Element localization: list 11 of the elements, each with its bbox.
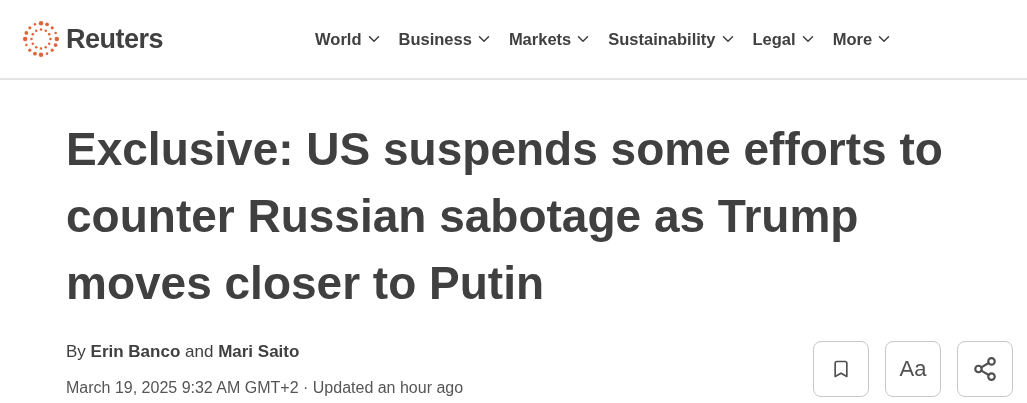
nav-link[interactable]: Markets — [508, 29, 593, 49]
nav-link[interactable]: More — [832, 29, 894, 49]
byline: By Erin Banco and Mari Saito — [66, 341, 301, 362]
nav-link[interactable]: Sustainability — [608, 29, 737, 49]
nav-link[interactable]: Legal — [752, 29, 817, 49]
nav-link[interactable]: World — [315, 29, 383, 49]
brand-name[interactable]: Reuters — [66, 23, 164, 55]
timestamp: March 19, 2025 9:32 AM GMT+2 · Updated an hour ago — [66, 378, 464, 397]
headline: Exclusive: US suspends some efforts to counter Russian sabotage as Trump moves closer to Putin — [66, 122, 944, 311]
nav-link[interactable]: Business — [398, 29, 493, 49]
text-size-button[interactable]: Aa — [885, 341, 941, 397]
